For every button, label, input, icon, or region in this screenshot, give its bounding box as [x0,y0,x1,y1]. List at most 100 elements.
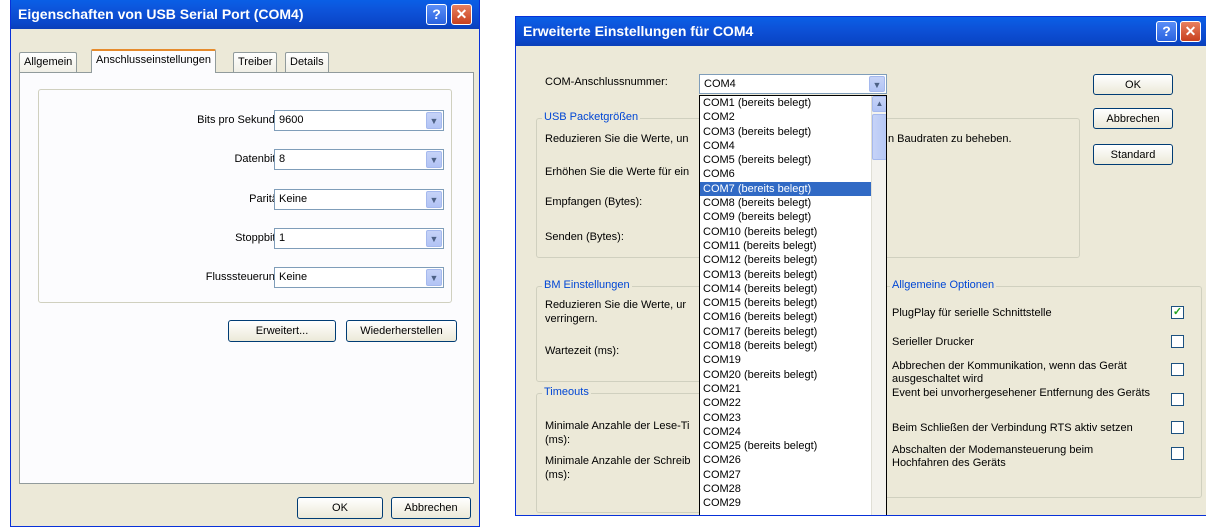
chevron-down-icon[interactable]: ▼ [426,112,442,129]
flowcontrol-label: Flusssteuerung: [205,271,284,283]
dropdown-item[interactable]: COM7 (bereits belegt) [700,181,871,197]
dropdown-item[interactable]: COM18 (bereits belegt) [700,339,871,353]
scroll-up-button[interactable]: ▲ [872,96,886,112]
removal-event-checkbox[interactable] [1171,393,1184,406]
advanced-dialog: Erweiterte Einstellungen für COM4 ? ✕ CO… [515,16,1206,516]
write-timeout-label-a: Minimale Anzahle der Schreib [545,455,691,467]
dropdown-item[interactable]: COM1 (bereits belegt) [700,96,871,110]
close-icon[interactable]: ✕ [451,4,472,25]
write-timeout-label-b: (ms): [545,469,571,481]
dropdown-item[interactable]: COM17 (bereits belegt) [700,325,871,339]
plugplay-checkbox[interactable]: ✓ [1171,306,1184,319]
flowcontrol-value: Keine [279,271,308,283]
advanced-title-bar[interactable]: Erweiterte Einstellungen für COM4 ? ✕ [516,17,1206,46]
tab-anschlusseinstellungen[interactable]: Anschlusseinstellungen [91,49,216,73]
chevron-down-icon[interactable]: ▼ [869,76,885,92]
cancel-comm-checkbox[interactable] [1171,363,1184,376]
dropdown-item[interactable]: COM23 [700,411,871,425]
serial-printer-checkbox[interactable] [1171,335,1184,348]
bm-desc-b: verringern. [545,313,598,325]
stopbits-select[interactable]: 1 ▼ [274,228,444,249]
dropdown-item[interactable]: COM2 [700,110,871,124]
usb-packet-title: USB Packetgrößen [542,111,641,123]
help-icon[interactable]: ? [426,4,447,25]
dropdown-item[interactable]: COM20 (bereits belegt) [700,368,871,382]
option-label: Abschalten der Modemansteuerung beim Hoc… [892,444,1094,469]
tab-details[interactable]: Details [285,52,329,72]
dropdown-item[interactable]: COM29 [700,496,871,510]
tab-allgemein[interactable]: Allgemein [19,52,78,72]
dropdown-item[interactable]: COM19 [700,353,871,367]
dropdown-items: COM1 (bereits belegt) COM2 COM3 (bereits b… [700,96,871,511]
dropdown-item[interactable]: COM11 (bereits belegt) [700,239,871,253]
advanced-title: Erweiterte Einstellungen für COM4 [523,23,754,39]
ok-button[interactable]: OK [297,497,383,519]
com-port-label: COM-Anschlussnummer: [545,76,668,88]
close-icon[interactable]: ✕ [1180,21,1201,42]
bits-per-second-select[interactable]: 9600 ▼ [274,110,444,131]
read-timeout-label-b: (ms): [545,434,571,446]
dropdown-item[interactable]: COM9 (bereits belegt) [700,210,871,224]
dropdown-item[interactable]: COM21 [700,382,871,396]
dropdown-item[interactable]: COM3 (bereits belegt) [700,125,871,139]
com-port-value: COM4 [704,78,736,90]
wait-label: Wartezeit (ms): [545,345,620,357]
parity-select[interactable]: Keine ▼ [274,189,444,210]
chevron-down-icon[interactable]: ▼ [426,151,442,168]
stopbits-value: 1 [279,232,286,244]
dropdown-item[interactable]: COM4 [700,139,871,153]
dropdown-scrollbar[interactable]: ▲ [871,96,886,515]
bm-settings-title: BM Einstellungen [542,279,632,291]
cancel-button[interactable]: Abbrechen [1093,108,1173,129]
com-port-select[interactable]: COM4 ▼ [699,74,887,94]
read-timeout-label-a: Minimale Anzahle der Lese-Ti [545,420,690,432]
chevron-down-icon[interactable]: ▼ [426,191,442,208]
dropdown-item[interactable]: COM5 (bereits belegt) [700,153,871,167]
dropdown-item[interactable]: COM26 [700,453,871,467]
dropdown-item[interactable]: COM27 [700,468,871,482]
databits-select[interactable]: 8 ▼ [274,149,444,170]
properties-title: Eigenschaften von USB Serial Port (COM4) [18,6,304,22]
receive-label: Empfangen (Bytes): [545,196,643,208]
tab-panel: Bits pro Sekunde: 9600 ▼ Datenbits: 8 ▼ … [19,72,474,484]
dropdown-item[interactable]: COM13 (bereits belegt) [700,268,871,282]
usb-desc-2: Erhöhen Sie die Werte für ein [545,166,690,178]
properties-dialog: Eigenschaften von USB Serial Port (COM4)… [10,0,480,527]
dropdown-item[interactable]: COM22 [700,396,871,410]
timeouts-title: Timeouts [542,386,591,398]
parity-value: Keine [279,193,308,205]
restore-button[interactable]: Wiederherstellen [346,320,457,342]
dropdown-item[interactable]: COM8 (bereits belegt) [700,196,871,210]
dropdown-item[interactable]: COM14 (bereits belegt) [700,282,871,296]
dropdown-item[interactable]: COM10 (bereits belegt) [700,225,871,239]
dropdown-item[interactable]: COM25 (bereits belegt) [700,439,871,453]
modem-control-checkbox[interactable] [1171,447,1184,460]
dropdown-item[interactable]: COM28 [700,482,871,496]
dropdown-item[interactable]: COM12 (bereits belegt) [700,253,871,267]
help-icon[interactable]: ? [1156,21,1177,42]
chevron-down-icon[interactable]: ▼ [426,269,442,286]
dropdown-item[interactable]: COM16 (bereits belegt) [700,310,871,324]
flowcontrol-select[interactable]: Keine ▼ [274,267,444,288]
chevron-down-icon[interactable]: ▼ [426,230,442,247]
dropdown-item[interactable]: COM15 (bereits belegt) [700,296,871,310]
properties-title-bar[interactable]: Eigenschaften von USB Serial Port (COM4)… [11,0,479,29]
advanced-button[interactable]: Erweitert... [228,320,336,342]
default-button[interactable]: Standard [1093,144,1173,165]
option-label: PlugPlay für serielle Schnittstelle [892,307,1052,319]
general-options-title: Allgemeine Optionen [890,279,997,291]
option-label: Serieller Drucker [892,336,974,348]
bits-label: Bits pro Sekunde: [197,114,284,126]
com-port-dropdown-list[interactable]: COM1 (bereits belegt) COM2 COM3 (bereits b… [699,95,887,515]
option-label: Beim Schließen der Verbindung RTS aktiv … [892,422,1133,434]
dropdown-item[interactable]: COM24 [700,425,871,439]
dropdown-item[interactable]: COM6 [700,167,871,181]
cancel-button[interactable]: Abbrechen [391,497,471,519]
tab-treiber[interactable]: Treiber [233,52,278,72]
rts-checkbox[interactable] [1171,421,1184,434]
databits-value: 8 [279,153,286,165]
ok-button[interactable]: OK [1093,74,1173,95]
bits-value: 9600 [279,114,304,126]
scroll-thumb[interactable] [872,114,886,160]
usb-desc-1b: n Baudraten zu beheben. [888,133,1012,145]
